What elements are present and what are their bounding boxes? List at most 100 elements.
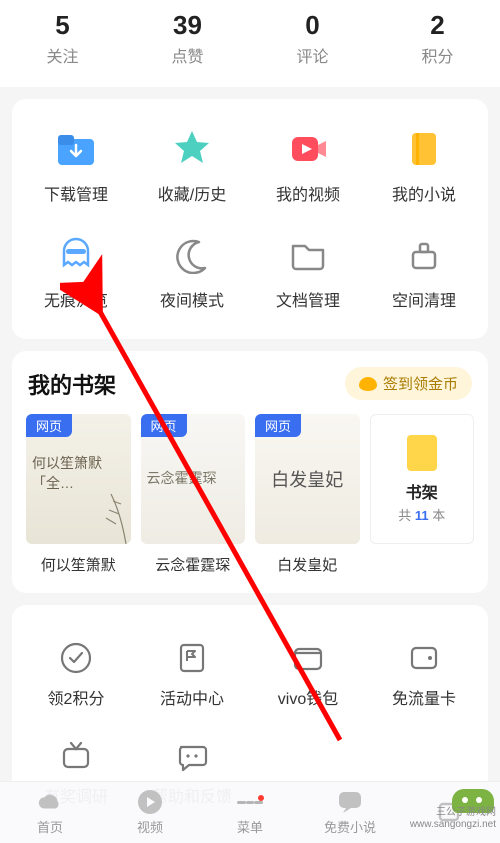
cover-text: 云念霍霆琛 <box>147 468 217 488</box>
stat-comments[interactable]: 0 评论 <box>250 10 375 67</box>
stat-likes[interactable]: 39 点赞 <box>125 10 250 67</box>
menu-icon <box>237 789 263 815</box>
tools-row-1: 领2积分 活动中心 vivo钱包 免流量卡 <box>18 629 482 727</box>
feature-label: 文档管理 <box>276 287 340 311</box>
stat-label: 积分 <box>375 43 500 67</box>
feature-incognito[interactable]: 无痕浏览 <box>18 223 134 329</box>
feature-download-manager[interactable]: 下载管理 <box>18 117 134 223</box>
book-icon <box>402 127 446 171</box>
cloud-icon <box>37 789 63 815</box>
signin-badge[interactable]: 签到领金币 <box>345 367 472 400</box>
chat-bubble-icon <box>337 789 363 815</box>
feature-my-novels[interactable]: 我的小说 <box>366 117 482 223</box>
web-tag: 网页 <box>255 414 301 437</box>
nav-label: 首页 <box>37 817 63 836</box>
watermark: 三公子游戏网 www.sangongzi.net <box>410 807 496 831</box>
stats-row: 5 关注 39 点赞 0 评论 2 积分 <box>0 0 500 87</box>
book-row: 网页 何以笙箫默「全… 何以笙箫默 网页 云念霍霆琛 云念霍霆琛 网页 白发皇妃… <box>14 414 486 579</box>
book-title: 何以笙箫默 <box>26 554 131 575</box>
moon-icon <box>170 233 214 277</box>
feature-label: 收藏/历史 <box>158 181 226 205</box>
feature-label: 夜间模式 <box>160 287 224 311</box>
sim-card-icon <box>405 639 443 677</box>
bookshelf-title: 我的书架 <box>28 368 116 400</box>
book-cover: 网页 云念霍霆琛 <box>141 414 246 544</box>
book-item-3[interactable]: 网页 白发皇妃 白发皇妃 <box>255 414 360 575</box>
checkmark-circle-icon <box>57 639 95 677</box>
signin-label: 签到领金币 <box>383 373 458 394</box>
features-row-2: 无痕浏览 夜间模式 文档管理 空间清理 <box>18 223 482 329</box>
book-shelf-tile[interactable]: 书架 共 11 本 <box>370 414 475 575</box>
feature-label: 无痕浏览 <box>44 287 108 311</box>
feature-night-mode[interactable]: 夜间模式 <box>134 223 250 329</box>
feature-label: 我的小说 <box>392 181 456 205</box>
book-title: 云念霍霆琛 <box>141 554 246 575</box>
stat-follows[interactable]: 5 关注 <box>0 10 125 67</box>
bookshelf-card: 我的书架 签到领金币 网页 何以笙箫默「全… 何以笙箫默 网页 云念霍霆琛 云念… <box>12 351 488 593</box>
stat-credits[interactable]: 2 积分 <box>375 10 500 67</box>
tv-icon <box>57 737 95 775</box>
web-tag: 网页 <box>26 414 72 437</box>
web-tag: 网页 <box>141 414 187 437</box>
shelf-book-icon <box>407 435 437 471</box>
tool-activity-center[interactable]: 活动中心 <box>134 629 250 727</box>
shelf-cover: 书架 共 11 本 <box>370 414 475 544</box>
stat-label: 评论 <box>250 43 375 67</box>
nav-label: 视频 <box>137 817 163 836</box>
tool-data-free-card[interactable]: 免流量卡 <box>366 629 482 727</box>
feature-label: 空间清理 <box>392 287 456 311</box>
bookshelf-header: 我的书架 签到领金币 <box>14 367 486 414</box>
folder-download-icon <box>54 127 98 171</box>
feature-label: 我的视频 <box>276 181 340 205</box>
tool-earn-points[interactable]: 领2积分 <box>18 629 134 727</box>
shelf-suffix: 本 <box>429 508 446 523</box>
book-cover: 网页 白发皇妃 <box>255 414 360 544</box>
shelf-sub: 共 11 本 <box>398 505 445 524</box>
chat-icon <box>173 737 211 775</box>
stat-value: 2 <box>375 10 500 41</box>
ghost-icon <box>54 233 98 277</box>
flag-icon <box>173 639 211 677</box>
watermark-brand: 三公子游戏网 <box>410 807 496 819</box>
book-title-empty <box>370 554 475 571</box>
play-circle-icon <box>137 789 163 815</box>
video-icon <box>286 127 330 171</box>
cleanup-icon <box>402 233 446 277</box>
shelf-count: 11 <box>415 508 429 523</box>
notification-dot-icon <box>258 795 264 801</box>
tool-label: 领2积分 <box>48 685 105 709</box>
stat-label: 关注 <box>0 43 125 67</box>
stat-value: 0 <box>250 10 375 41</box>
feature-space-cleanup[interactable]: 空间清理 <box>366 223 482 329</box>
nav-home[interactable]: 首页 <box>0 789 100 836</box>
nav-video[interactable]: 视频 <box>100 789 200 836</box>
book-item-2[interactable]: 网页 云念霍霆琛 云念霍霆琛 <box>141 414 246 575</box>
tool-label: vivo钱包 <box>278 685 338 709</box>
nav-label: 菜单 <box>237 817 263 836</box>
book-title: 白发皇妃 <box>255 554 360 575</box>
shelf-prefix: 共 <box>398 508 415 523</box>
nav-free-novel[interactable]: 免费小说 <box>300 789 400 836</box>
feature-doc-manager[interactable]: 文档管理 <box>250 223 366 329</box>
stat-value: 39 <box>125 10 250 41</box>
star-icon <box>170 127 214 171</box>
nav-label: 免费小说 <box>324 817 376 836</box>
book-cover: 网页 何以笙箫默「全… <box>26 414 131 544</box>
feature-label: 下载管理 <box>44 181 108 205</box>
coin-icon <box>359 377 377 391</box>
shelf-title: 书架 <box>406 479 438 503</box>
stat-value: 5 <box>0 10 125 41</box>
tool-label: 活动中心 <box>160 685 224 709</box>
tool-vivo-wallet[interactable]: vivo钱包 <box>250 629 366 727</box>
stat-label: 点赞 <box>125 43 250 67</box>
feature-favorites-history[interactable]: 收藏/历史 <box>134 117 250 223</box>
features-card: 下载管理 收藏/历史 我的视频 我的小说 无痕浏览 <box>12 99 488 339</box>
nav-menu[interactable]: 菜单 <box>200 789 300 836</box>
feature-my-videos[interactable]: 我的视频 <box>250 117 366 223</box>
watermark-url: www.sangongzi.net <box>410 819 496 831</box>
folder-icon <box>286 233 330 277</box>
tool-label: 免流量卡 <box>392 685 456 709</box>
wallet-icon <box>289 639 327 677</box>
cover-text: 白发皇妃 <box>271 466 343 492</box>
book-item-1[interactable]: 网页 何以笙箫默「全… 何以笙箫默 <box>26 414 131 575</box>
